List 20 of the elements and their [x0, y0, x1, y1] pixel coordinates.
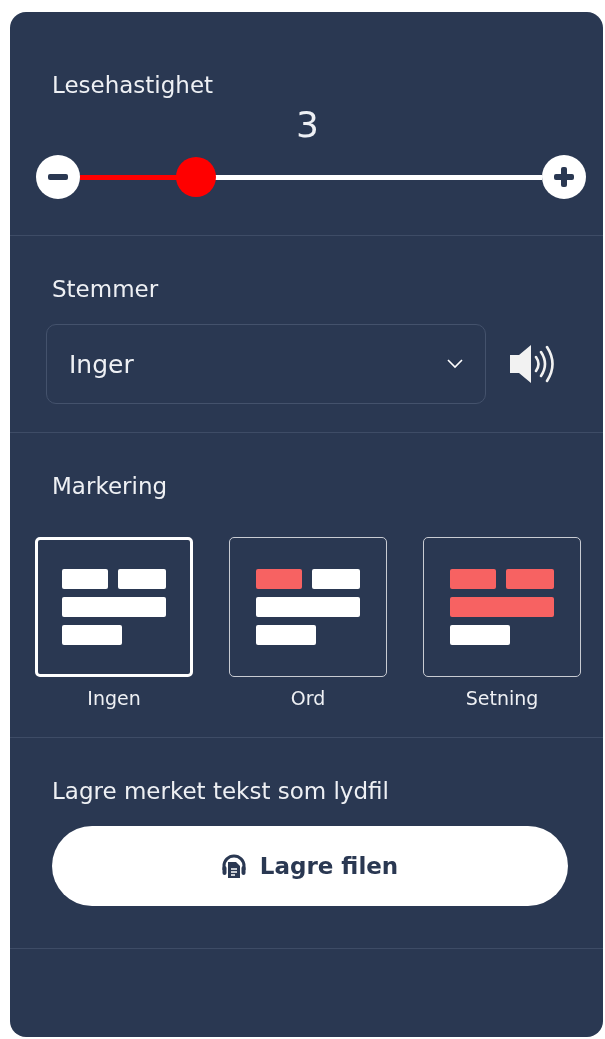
plus-icon[interactable] [542, 155, 586, 199]
text-lines-icon [450, 569, 554, 645]
highlight-option[interactable] [423, 537, 581, 677]
text-lines-icon [256, 569, 360, 645]
slider-thumb[interactable] [175, 156, 216, 197]
option-label: Setning [465, 687, 539, 709]
minus-icon[interactable] [36, 155, 80, 199]
chevron-down-icon [447, 359, 463, 369]
text-lines-icon [62, 569, 166, 645]
option-label: Ingen [87, 687, 141, 709]
section-heading: Markering [52, 473, 169, 499]
section-heading: Stemmer [52, 276, 160, 302]
voice-dropdown[interactable]: Inger [46, 324, 486, 404]
option-label: Ord [290, 687, 326, 709]
section-heading: Lesehastighet [52, 72, 215, 98]
section-heading: Lagre merket tekst som lydfil [52, 778, 390, 804]
speed-value: 3 [295, 104, 320, 145]
save-file-button[interactable]: Lagre filen [52, 826, 568, 906]
highlight-option[interactable] [229, 537, 387, 677]
headphones-document-icon [221, 854, 246, 878]
